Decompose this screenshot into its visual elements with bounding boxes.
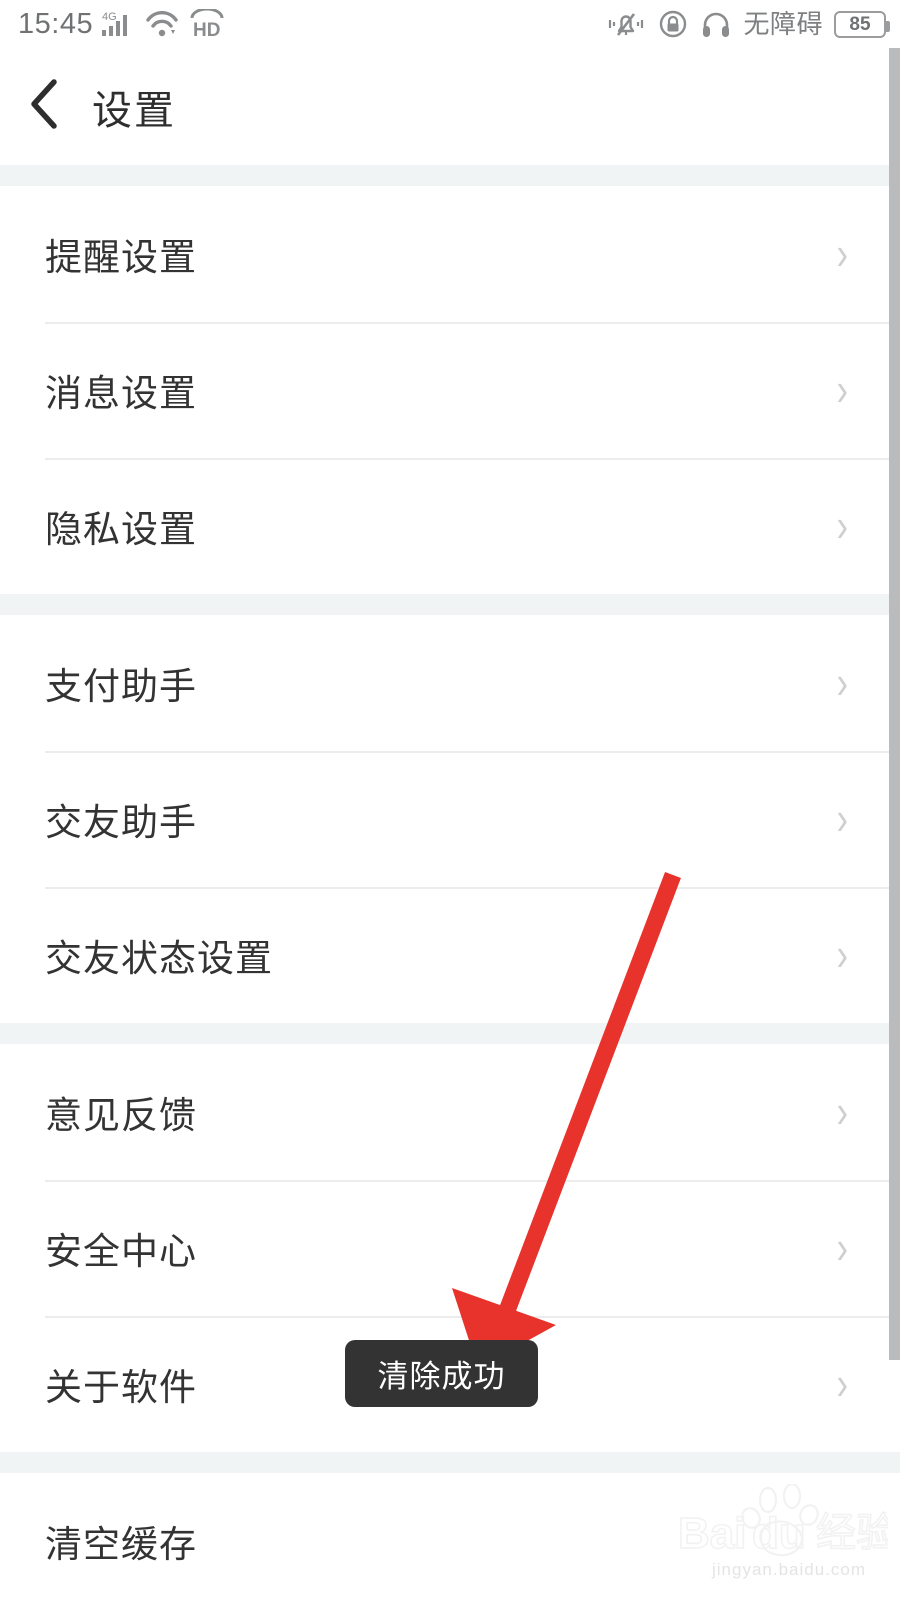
lock-icon <box>657 8 689 40</box>
chevron-right-icon: › <box>836 793 848 845</box>
toast-message: 清除成功 <box>377 1359 506 1394</box>
accessibility-label: 无障碍 <box>743 9 823 39</box>
page-title: 设置 <box>92 88 176 133</box>
settings-row-privacy[interactable]: 隐私设置 › <box>0 458 900 594</box>
settings-row-label: 关于软件 <box>45 1367 197 1408</box>
settings-row-label: 交友状态设置 <box>45 938 273 979</box>
group-separator <box>0 165 900 186</box>
chevron-right-icon: › <box>836 1086 848 1138</box>
vertical-scrollbar[interactable] <box>889 48 900 1360</box>
settings-row-feedback[interactable]: 意见反馈 › <box>0 1044 900 1180</box>
group-separator <box>0 1023 900 1044</box>
battery-indicator: 85 <box>834 10 890 38</box>
chevron-left-icon <box>26 76 66 137</box>
chevron-right-icon: › <box>836 657 848 709</box>
chevron-right-icon: › <box>836 929 848 981</box>
svg-text:4G: 4G <box>102 11 117 23</box>
group-separator <box>0 1452 900 1473</box>
wifi-icon <box>145 9 179 39</box>
settings-row-label: 提醒设置 <box>45 237 197 278</box>
chevron-right-icon: › <box>836 500 848 552</box>
settings-row-label: 支付助手 <box>45 666 197 707</box>
settings-row-friend-assistant[interactable]: 交友助手 › <box>0 751 900 887</box>
group-separator <box>0 594 900 615</box>
watermark-url: jingyan.baidu.com <box>711 1560 867 1579</box>
settings-group-4: 清空缓存 <box>0 1473 900 1609</box>
chevron-right-icon: › <box>836 1358 848 1410</box>
app-header: 设置 <box>0 48 900 165</box>
settings-row-message[interactable]: 消息设置 › <box>0 322 900 458</box>
settings-row-label: 消息设置 <box>45 373 197 414</box>
settings-row-label: 清空缓存 <box>45 1524 197 1565</box>
settings-row-friend-status[interactable]: 交友状态设置 › <box>0 887 900 1023</box>
chevron-right-icon: › <box>836 1222 848 1274</box>
settings-group-2: 支付助手 › 交友助手 › 交友状态设置 › <box>0 615 900 1023</box>
chevron-right-icon: › <box>836 228 848 280</box>
settings-row-label: 隐私设置 <box>45 509 197 550</box>
status-time: 15:45 <box>18 7 94 40</box>
settings-row-label: 意见反馈 <box>45 1095 197 1136</box>
hd-icon: HD <box>188 9 226 39</box>
settings-row-payment-assistant[interactable]: 支付助手 › <box>0 615 900 751</box>
toast-notification: 清除成功 <box>345 1340 538 1407</box>
status-bar-right: 无障碍 85 <box>606 8 890 40</box>
settings-row-reminder[interactable]: 提醒设置 › <box>0 186 900 322</box>
headphones-icon <box>700 8 732 40</box>
svg-text:HD: HD <box>193 20 220 39</box>
battery-level: 85 <box>849 13 871 35</box>
settings-row-label: 交友助手 <box>45 802 197 843</box>
signal-bars-icon: 4G <box>102 9 136 39</box>
back-button[interactable] <box>0 76 92 137</box>
settings-row-security-center[interactable]: 安全中心 › <box>0 1180 900 1316</box>
status-bar: 15:45 4G HD 无障碍 85 <box>0 0 900 48</box>
settings-row-label: 安全中心 <box>45 1231 197 1272</box>
settings-group-1: 提醒设置 › 消息设置 › 隐私设置 › <box>0 186 900 594</box>
chevron-right-icon: › <box>836 364 848 416</box>
settings-row-clear-cache[interactable]: 清空缓存 <box>0 1473 900 1609</box>
bell-vibrate-icon <box>606 8 646 40</box>
status-bar-left: 15:45 4G HD <box>18 9 226 39</box>
